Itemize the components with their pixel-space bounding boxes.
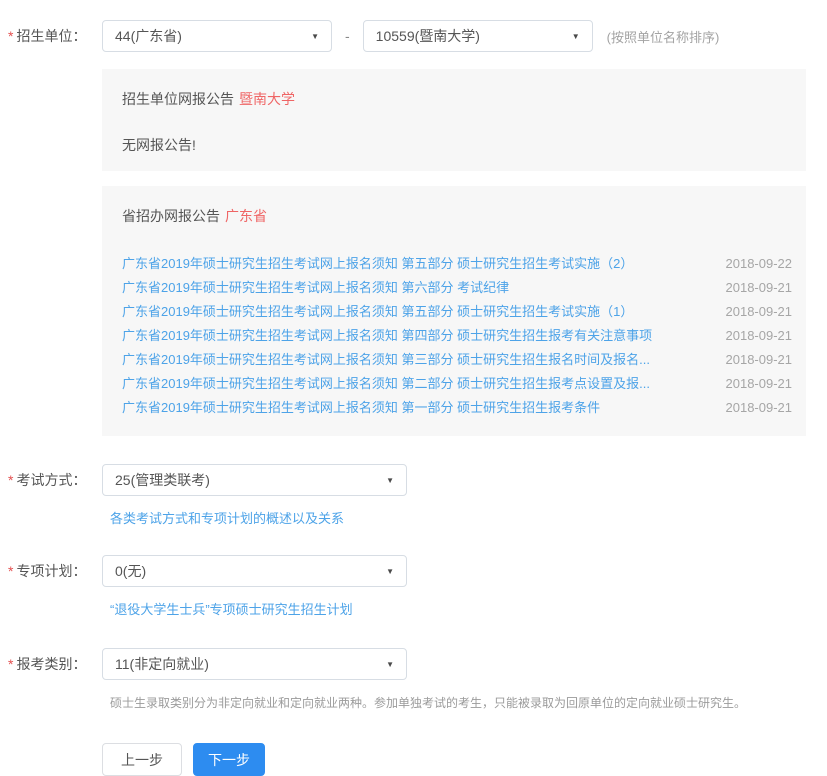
- unit-notice-panel-title: 招生单位网报公告暨南大学: [122, 89, 792, 109]
- exam-method-select-value: 25(管理类联考): [115, 470, 210, 490]
- notice-link[interactable]: 广东省2019年硕士研究生招生考试网上报名须知 第五部分 硕士研究生招生考试实施…: [122, 252, 633, 276]
- form-actions: 上一步 下一步: [102, 743, 827, 776]
- application-category-select[interactable]: 11(非定向就业) ▼: [102, 648, 407, 680]
- list-item: 广东省2019年硕士研究生招生考试网上报名须知 第五部分 硕士研究生招生考试实施…: [122, 300, 792, 324]
- notice-link[interactable]: 广东省2019年硕士研究生招生考试网上报名须知 第一部分 硕士研究生招生报考条件: [122, 396, 600, 420]
- notice-date: 2018-09-22: [726, 252, 793, 276]
- notice-date: 2018-09-21: [726, 348, 793, 372]
- exam-method-label: *考试方式：: [8, 470, 102, 490]
- application-category-hint: 硕士生录取类别分为非定向就业和定向就业两种。参加单独考试的考生，只能被录取为回原…: [110, 694, 807, 711]
- province-notice-panel: 省招办网报公告广东省 广东省2019年硕士研究生招生考试网上报名须知 第五部分 …: [102, 186, 806, 436]
- select-separator: -: [345, 28, 350, 44]
- notice-link[interactable]: 广东省2019年硕士研究生招生考试网上报名须知 第六部分 考试纪律: [122, 276, 509, 300]
- required-asterisk: *: [8, 563, 13, 579]
- notice-date: 2018-09-21: [726, 372, 793, 396]
- list-item: 广东省2019年硕士研究生招生考试网上报名须知 第五部分 硕士研究生招生考试实施…: [122, 252, 792, 276]
- application-category-select-value: 11(非定向就业): [115, 654, 209, 674]
- application-form-page: *招生单位： 44(广东省) ▼ - 10559(暨南大学) ▼ (按照单位名称…: [0, 0, 827, 776]
- notice-date: 2018-09-21: [726, 276, 793, 300]
- special-plan-select[interactable]: 0(无) ▼: [102, 555, 407, 587]
- special-plan-select-value: 0(无): [115, 561, 146, 581]
- special-plan-help-link[interactable]: “退役大学生士兵”专项硕士研究生招生计划: [110, 599, 353, 618]
- next-step-button[interactable]: 下一步: [193, 743, 265, 776]
- required-asterisk: *: [8, 28, 13, 44]
- application-category-label-text: 报考类别：: [16, 656, 86, 672]
- exam-method-label-text: 考试方式：: [16, 472, 86, 488]
- required-asterisk: *: [8, 656, 13, 672]
- unit-notice-highlight: 暨南大学: [239, 91, 295, 107]
- list-item: 广东省2019年硕士研究生招生考试网上报名须知 第三部分 硕士研究生招生报名时间…: [122, 348, 792, 372]
- province-select[interactable]: 44(广东省) ▼: [102, 20, 332, 52]
- enrollment-unit-label-text: 招生单位：: [16, 28, 86, 44]
- notice-date: 2018-09-21: [726, 324, 793, 348]
- list-item: 广东省2019年硕士研究生招生考试网上报名须知 第四部分 硕士研究生招生报考有关…: [122, 324, 792, 348]
- chevron-down-icon: ▼: [386, 476, 394, 485]
- province-notice-panel-title: 省招办网报公告广东省: [122, 206, 792, 226]
- list-item: 广东省2019年硕士研究生招生考试网上报名须知 第六部分 考试纪律 2018-0…: [122, 276, 792, 300]
- previous-step-button[interactable]: 上一步: [102, 743, 182, 776]
- chevron-down-icon: ▼: [386, 660, 394, 669]
- chevron-down-icon: ▼: [572, 32, 580, 41]
- sort-order-note: (按照单位名称排序): [607, 27, 720, 46]
- school-select[interactable]: 10559(暨南大学) ▼: [363, 20, 593, 52]
- unit-notice-title-text: 招生单位网报公告: [122, 91, 234, 107]
- application-category-label: *报考类别：: [8, 654, 102, 674]
- chevron-down-icon: ▼: [311, 32, 319, 41]
- chevron-down-icon: ▼: [386, 567, 394, 576]
- list-item: 广东省2019年硕士研究生招生考试网上报名须知 第一部分 硕士研究生招生报考条件…: [122, 396, 792, 420]
- notice-link[interactable]: 广东省2019年硕士研究生招生考试网上报名须知 第三部分 硕士研究生招生报名时间…: [122, 348, 650, 372]
- exam-method-select[interactable]: 25(管理类联考) ▼: [102, 464, 407, 496]
- special-plan-row: *专项计划： 0(无) ▼: [0, 555, 827, 587]
- list-item: 广东省2019年硕士研究生招生考试网上报名须知 第二部分 硕士研究生招生报考点设…: [122, 372, 792, 396]
- province-notice-title-text: 省招办网报公告: [122, 208, 220, 224]
- province-notice-highlight: 广东省: [225, 208, 267, 224]
- special-plan-label-text: 专项计划：: [16, 563, 86, 579]
- school-select-value: 10559(暨南大学): [376, 26, 480, 46]
- application-category-row: *报考类别： 11(非定向就业) ▼: [0, 648, 827, 680]
- unit-notice-empty-text: 无网报公告!: [122, 135, 792, 155]
- exam-method-help-link[interactable]: 各类考试方式和专项计划的概述以及关系: [110, 508, 344, 527]
- required-asterisk: *: [8, 472, 13, 488]
- exam-method-row: *考试方式： 25(管理类联考) ▼: [0, 464, 827, 496]
- notice-link[interactable]: 广东省2019年硕士研究生招生考试网上报名须知 第四部分 硕士研究生招生报考有关…: [122, 324, 652, 348]
- enrollment-unit-row: *招生单位： 44(广东省) ▼ - 10559(暨南大学) ▼ (按照单位名称…: [0, 20, 827, 52]
- notice-date: 2018-09-21: [726, 300, 793, 324]
- notice-link[interactable]: 广东省2019年硕士研究生招生考试网上报名须知 第二部分 硕士研究生招生报考点设…: [122, 372, 650, 396]
- special-plan-label: *专项计划：: [8, 561, 102, 581]
- enrollment-unit-label: *招生单位：: [8, 26, 102, 46]
- notice-link[interactable]: 广东省2019年硕士研究生招生考试网上报名须知 第五部分 硕士研究生招生考试实施…: [122, 300, 633, 324]
- province-select-value: 44(广东省): [115, 26, 182, 46]
- notice-date: 2018-09-21: [726, 396, 793, 420]
- unit-notice-panel: 招生单位网报公告暨南大学 无网报公告!: [102, 69, 806, 171]
- notice-list: 广东省2019年硕士研究生招生考试网上报名须知 第五部分 硕士研究生招生考试实施…: [122, 252, 792, 420]
